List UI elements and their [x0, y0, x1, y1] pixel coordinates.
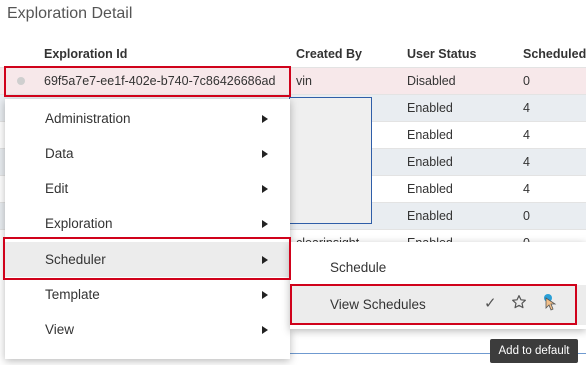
cell-scheduled: 4: [523, 155, 530, 169]
table-row[interactable]: 69f5a7e7-ee1f-402e-b740-7c86426686ad vin…: [0, 67, 586, 94]
cell-exploration-id: 69f5a7e7-ee1f-402e-b740-7c86426686ad: [44, 74, 276, 88]
menu-item-label: Edit: [45, 181, 69, 196]
menu-item-data[interactable]: Data: [5, 136, 290, 171]
submenu-item-view-schedules[interactable]: View Schedules ✓: [290, 285, 586, 325]
header-exploration-id[interactable]: Exploration Id: [44, 47, 127, 61]
menu-item-exploration[interactable]: Exploration: [5, 206, 290, 241]
submenu-item-label: Schedule: [330, 260, 387, 275]
menu-item-template[interactable]: Template: [5, 277, 290, 312]
selection-rectangle: [289, 97, 372, 224]
chevron-right-icon: [262, 291, 268, 299]
star-icon[interactable]: [511, 294, 527, 315]
scheduler-submenu: Schedule View Schedules ✓: [290, 242, 586, 329]
menu-item-view[interactable]: View: [5, 312, 290, 347]
header-created-by[interactable]: Created By: [296, 47, 362, 61]
cell-created-by: vin: [296, 74, 312, 88]
submenu-item-label: View Schedules: [330, 297, 426, 312]
chevron-right-icon: [262, 115, 268, 123]
menu-item-label: Exploration: [45, 216, 113, 231]
chevron-right-icon: [262, 185, 268, 193]
menu-item-label: Data: [45, 146, 74, 161]
row-radio[interactable]: [17, 77, 25, 85]
context-menu: Administration Data Edit Exploration Sch…: [5, 99, 290, 359]
cell-user-status: Enabled: [407, 128, 453, 142]
cell-user-status: Enabled: [407, 182, 453, 196]
cell-user-status: Disabled: [407, 74, 456, 88]
header-user-status[interactable]: User Status: [407, 47, 476, 61]
menu-item-scheduler[interactable]: Scheduler: [5, 242, 290, 277]
chevron-right-icon: [262, 326, 268, 334]
cell-scheduled: 4: [523, 128, 530, 142]
header-scheduled[interactable]: Scheduled: [523, 47, 586, 61]
page-title: Exploration Detail: [7, 5, 133, 22]
chevron-right-icon: [262, 256, 268, 264]
menu-item-label: Scheduler: [45, 252, 106, 267]
tooltip: Add to default: [490, 339, 578, 363]
cell-scheduled: 4: [523, 182, 530, 196]
cell-user-status: Enabled: [407, 155, 453, 169]
check-icon[interactable]: ✓: [484, 294, 497, 312]
menu-item-label: Template: [45, 287, 100, 302]
chevron-right-icon: [262, 150, 268, 158]
cell-scheduled: 4: [523, 101, 530, 115]
submenu-item-schedule[interactable]: Schedule: [290, 248, 586, 288]
cell-user-status: Enabled: [407, 101, 453, 115]
menu-item-edit[interactable]: Edit: [5, 171, 290, 206]
menu-item-label: View: [45, 322, 75, 337]
pin-icon[interactable]: [541, 293, 559, 318]
cell-user-status: Enabled: [407, 209, 453, 223]
cell-scheduled: 0: [523, 74, 530, 88]
chevron-right-icon: [262, 220, 268, 228]
menu-item-administration[interactable]: Administration: [5, 101, 290, 136]
menu-item-label: Administration: [45, 111, 131, 126]
cell-scheduled: 0: [523, 209, 530, 223]
